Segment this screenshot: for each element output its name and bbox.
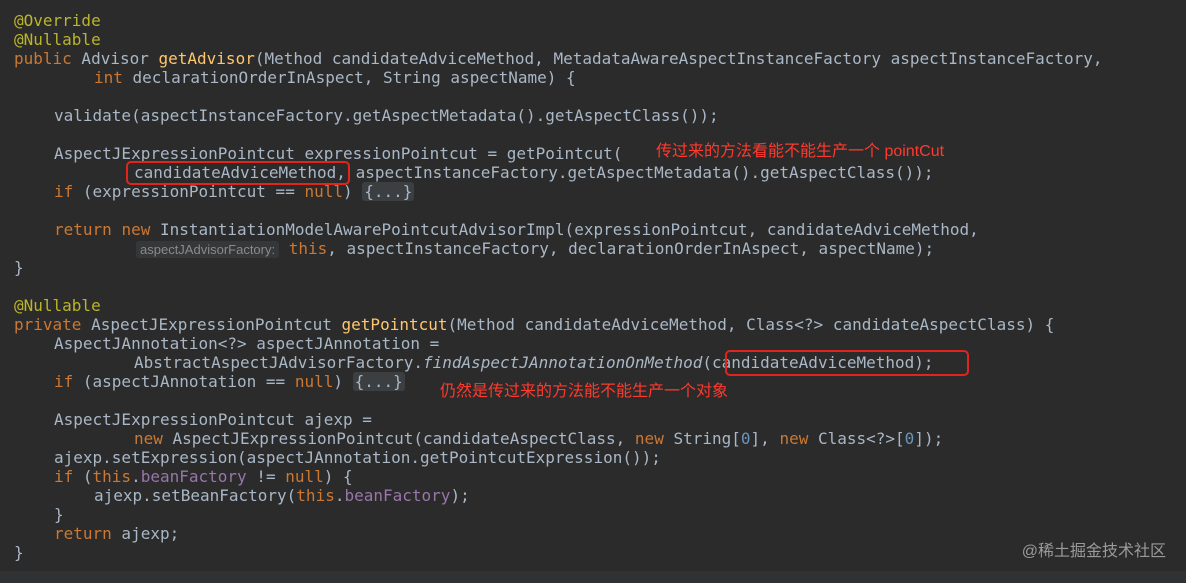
code-text: AspectJExpressionPointcut(candidateAspec… (162, 429, 635, 448)
code-line: return ajexp; (54, 524, 179, 543)
code-text: AbstractAspectJAdvisorFactory. (134, 353, 423, 372)
code-text: ) (333, 372, 353, 391)
keyword: private (14, 315, 82, 334)
keyword: new (134, 429, 163, 448)
method-name-getadvisor: getAdvisor (158, 49, 255, 68)
keyword: null (285, 467, 324, 486)
keyword: new (634, 429, 664, 448)
code-line: AspectJExpressionPointcut ajexp = (54, 410, 372, 429)
code-line: if (aspectJAnnotation == null) {...} (54, 372, 405, 391)
code-line: int declarationOrderInAspect, String asp… (94, 68, 576, 87)
code-line: if (this.beanFactory != null) { (54, 467, 353, 486)
code-line: validate(aspectInstanceFactory.getAspect… (54, 106, 719, 125)
code-text: ); (450, 486, 470, 505)
closing-brace: } (14, 258, 24, 277)
code-text: AspectJAnnotation<?> aspectJAnnotation = (54, 334, 440, 353)
field-reference: beanFactory (344, 486, 451, 505)
code-text: String[ (663, 429, 741, 448)
code-text: validate(aspectInstanceFactory.getAspect… (54, 106, 719, 125)
code-line: ajexp.setExpression(aspectJAnnotation.ge… (54, 448, 661, 467)
code-text: declarationOrderInAspect, String aspectN… (122, 68, 576, 87)
code-line: private AspectJExpressionPointcut getPoi… (14, 315, 1054, 334)
code-text: . (131, 467, 141, 486)
keyword: if (54, 467, 74, 486)
code-text: Advisor (71, 49, 159, 68)
keyword: int (94, 68, 123, 87)
closing-brace: } (14, 543, 24, 562)
code-text: ajexp; (111, 524, 180, 543)
code-text: != (246, 467, 286, 486)
folded-code-block[interactable]: {...} (352, 372, 405, 391)
code-text: ) { (323, 467, 353, 486)
highlight-box (126, 161, 350, 185)
keyword: this (288, 239, 328, 258)
watermark: @稀土掘金技术社区 (1021, 543, 1166, 560)
code-line: aspectJAdvisorFactory: this, aspectInsta… (136, 239, 934, 258)
code-line: AspectJAnnotation<?> aspectJAnnotation = (54, 334, 439, 353)
code-line: new AspectJExpressionPointcut(candidateA… (134, 429, 943, 448)
keyword: this (296, 486, 335, 505)
keyword: public (14, 49, 72, 68)
folded-code-block[interactable]: {...} (362, 182, 415, 201)
closing-brace: } (54, 505, 64, 524)
code-text: ajexp.setBeanFactory( (94, 486, 297, 505)
code-text: , aspectInstanceFactory.getAspectMetadat… (336, 163, 934, 182)
code-line: } (14, 258, 24, 277)
callout-note: 仍然是传过来的方法能不能生产一个对象 (440, 383, 729, 400)
code-editor[interactable]: @Override @Nullable public Advisor getAd… (0, 0, 1186, 583)
code-text: Class<?>[ (808, 429, 905, 448)
code-text: , aspectInstanceFactory, declarationOrde… (327, 239, 935, 258)
code-text: ], (750, 429, 780, 448)
number-literal: 0 (740, 429, 751, 448)
code-text: (Method candidateAdviceMethod, Class<?> … (447, 315, 1055, 334)
code-line: public Advisor getAdvisor(Method candida… (14, 49, 1103, 68)
code-text: ajexp.setExpression(aspectJAnnotation.ge… (54, 448, 661, 467)
static-method-call: findAspectJAnnotationOnMethod (422, 353, 703, 372)
annotation-override: @Override (14, 11, 101, 30)
keyword: this (92, 467, 132, 486)
keyword: if (54, 182, 74, 201)
highlight-box (725, 350, 969, 376)
editor-bottom-bar (0, 571, 1186, 583)
callout-note: 传过来的方法看能不能生产一个 pointCut (656, 143, 945, 160)
code-line: } (14, 543, 24, 562)
code-line: ajexp.setBeanFactory(this.beanFactory); (94, 486, 470, 505)
keyword: null (294, 372, 334, 391)
code-text: AspectJExpressionPointcut (81, 315, 342, 334)
code-line: return new InstantiationModelAwarePointc… (54, 220, 979, 239)
code-text: AspectJExpressionPointcut ajexp = (54, 410, 372, 429)
method-name-getpointcut: getPointcut (341, 315, 448, 334)
parameter-hint: aspectJAdvisorFactory: (136, 241, 280, 258)
annotation-nullable: @Nullable (14, 30, 101, 49)
code-text: (Method candidateAdviceMethod, MetadataA… (254, 49, 1103, 68)
code-text: InstantiationModelAwarePointcutAdvisorIm… (150, 220, 979, 239)
keyword: new (121, 220, 151, 239)
keyword: return (54, 220, 112, 239)
number-literal: 0 (904, 429, 915, 448)
field-reference: beanFactory (140, 467, 247, 486)
keyword: if (54, 372, 74, 391)
code-line: @Nullable (14, 296, 101, 315)
code-text: ( (73, 467, 93, 486)
code-text: (aspectJAnnotation == (73, 372, 295, 391)
code-text: ]); (914, 429, 944, 448)
code-line: } (54, 505, 64, 524)
keyword: return (54, 524, 112, 543)
code-line: @Override (14, 11, 101, 30)
code-line: @Nullable (14, 30, 101, 49)
keyword: new (779, 429, 809, 448)
annotation-nullable: @Nullable (14, 296, 101, 315)
